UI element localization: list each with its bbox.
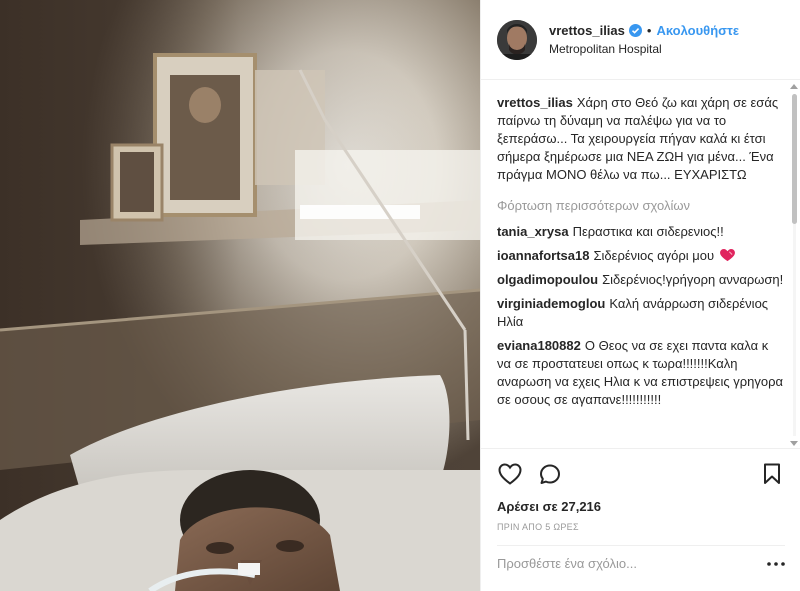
scroll-up-arrow-icon[interactable] (790, 84, 798, 89)
avatar[interactable] (497, 19, 537, 60)
heart-icon (498, 463, 522, 485)
speech-bubble-icon (540, 464, 560, 484)
verified-badge-icon (628, 24, 642, 37)
comment-item: tania_xrysa Περαστικα και σιδερενιος!! (497, 223, 785, 241)
comment-username[interactable]: eviana180882 (497, 338, 581, 353)
like-button[interactable] (497, 461, 523, 487)
comment-item: eviana180882 Ο Θεος να σε εχει παντα καλα… (497, 337, 785, 409)
bookmark-icon (764, 463, 780, 484)
comment-text: Σιδερένιος!γρήγορη ανναρωση! (602, 272, 784, 287)
comment-username[interactable]: ioannafortsa18 (497, 248, 589, 263)
post-actions-section: Αρέσει σε 27,216 ΠΡΙΝ ΑΠΟ 5 ΩΡΕΣ (481, 448, 800, 580)
comment-username[interactable]: virginiademoglou (497, 296, 605, 311)
comments-scrollbar[interactable] (790, 84, 798, 446)
post-header: vrettos_ilias • Ακολουθήστε Metropolitan… (481, 0, 800, 80)
comment-username[interactable]: olgadimopoulou (497, 272, 598, 287)
caption-username[interactable]: vrettos_ilias (497, 95, 573, 110)
comment-text: Σιδερένιος αγόρι μου (593, 248, 715, 263)
save-button[interactable] (759, 461, 785, 487)
load-more-comments-link[interactable]: Φόρτωση περισσότερων σχολίων (497, 198, 785, 213)
comment-item: olgadimopoulou Σιδερένιος!γρήγορη ανναρωσ… (497, 271, 785, 289)
separator-dot: • (646, 23, 652, 38)
likes-count[interactable]: Αρέσει σε 27,216 (497, 499, 785, 514)
follow-button[interactable]: Ακολουθήστε (656, 23, 739, 38)
action-buttons-row (497, 459, 785, 489)
add-comment-bar (497, 545, 785, 581)
comment-item: virginiademoglou Καλή ανάρρωση σιδερένιος… (497, 295, 785, 331)
hospital-selfie-image (0, 0, 480, 591)
more-dots-icon[interactable] (767, 561, 785, 566)
location-link[interactable]: Metropolitan Hospital (549, 42, 739, 56)
instagram-post: vrettos_ilias • Ακολουθήστε Metropolitan… (0, 0, 800, 591)
comments-section[interactable]: vrettos_ilias Χάρη στο Θεό ζω και χάρη σε… (481, 80, 800, 448)
post-photo[interactable] (0, 0, 480, 591)
post-author-username[interactable]: vrettos_ilias (549, 23, 625, 38)
post-caption: vrettos_ilias Χάρη στο Θεό ζω και χάρη σε… (497, 94, 785, 184)
scroll-down-arrow-icon[interactable] (790, 441, 798, 446)
avatar-image (497, 19, 537, 60)
header-text: vrettos_ilias • Ακολουθήστε Metropolitan… (549, 23, 739, 56)
comment-button[interactable] (537, 461, 563, 487)
add-comment-input[interactable] (497, 556, 757, 571)
scrollbar-thumb[interactable] (792, 94, 797, 224)
post-side-panel: vrettos_ilias • Ακολουθήστε Metropolitan… (480, 0, 800, 591)
comment-username[interactable]: tania_xrysa (497, 224, 569, 239)
red-heart-emoji-icon (719, 249, 735, 262)
comment-item: ioannafortsa18 Σιδερένιος αγόρι μου (497, 247, 785, 265)
header-row: vrettos_ilias • Ακολουθήστε (549, 23, 739, 38)
comment-text: Περαστικα και σιδερενιος!! (572, 224, 724, 239)
post-timestamp: ΠΡΙΝ ΑΠΟ 5 ΩΡΕΣ (497, 522, 579, 532)
